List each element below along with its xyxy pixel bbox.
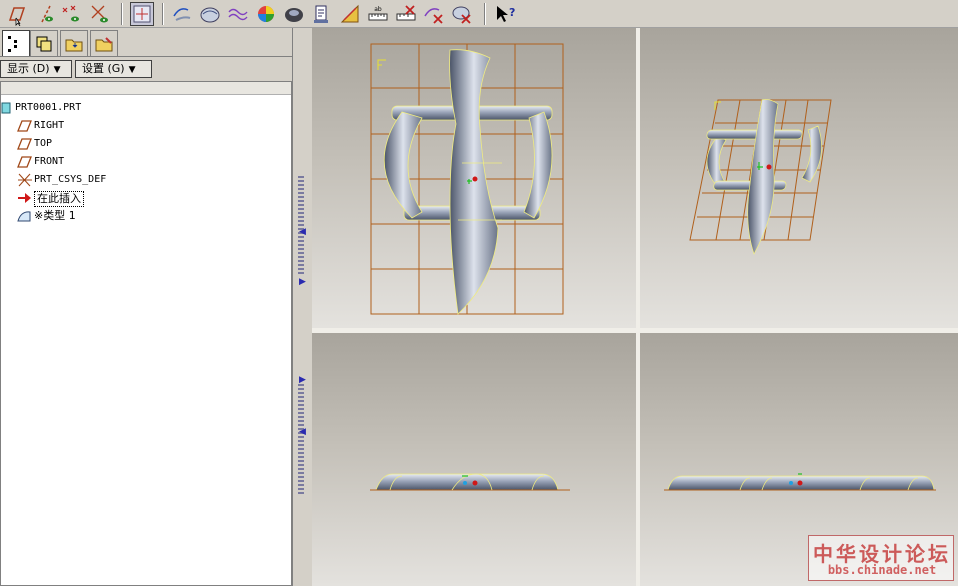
datum-plane-icon	[17, 155, 33, 169]
layers-tab[interactable]	[30, 30, 58, 56]
shaded-model-icon[interactable]	[282, 2, 306, 26]
ruler-icon[interactable]: ab	[366, 2, 390, 26]
sketch-icon[interactable]	[170, 2, 194, 26]
tree-item-part[interactable]: PRT0001.PRT	[1, 99, 201, 117]
isometric-view[interactable]	[640, 28, 958, 328]
coordinate-system-icon[interactable]	[88, 2, 112, 26]
watermark-url: bbs.chinade.net	[827, 563, 937, 577]
tree-item-front[interactable]: FRONT	[17, 153, 217, 171]
tree-item-right[interactable]: RIGHT	[17, 117, 217, 135]
spin-center-icon[interactable]	[130, 2, 154, 26]
show-menu-label: 显示 (D)	[7, 62, 50, 75]
insert-arrow-icon	[17, 191, 33, 205]
ruler-delete-icon[interactable]	[394, 2, 418, 26]
chevron-down-icon: ▼	[128, 65, 136, 75]
datum-plane-icon	[17, 137, 33, 151]
settings-menu-label: 设置 (G)	[82, 62, 125, 75]
front-view[interactable]	[312, 28, 636, 328]
datum-point-icon[interactable]	[60, 2, 84, 26]
curve-icon[interactable]	[226, 2, 250, 26]
tree-item-label: FRONT	[34, 156, 65, 167]
curve-delete-icon[interactable]	[422, 2, 446, 26]
expand-right-icon[interactable]: ▶	[299, 278, 306, 287]
tree-item-style-feature[interactable]: ※类型 1	[17, 207, 217, 225]
model-tree: PRT0001.PRT RIGHT TOP FRONT PRT_CSYS_DEF…	[0, 81, 292, 586]
tree-item-label: PRT_CSYS_DEF	[34, 174, 107, 185]
datum-plane-icon[interactable]	[4, 2, 28, 26]
svg-text:?: ?	[509, 6, 515, 19]
datum-axis-icon[interactable]	[34, 2, 58, 26]
tree-item-label: ※类型 1	[34, 209, 76, 222]
analysis-icon[interactable]	[338, 2, 362, 26]
viewport-divider-vertical	[636, 28, 640, 586]
show-dropdown[interactable]: 显示 (D) ▼	[0, 60, 72, 78]
style-feature-icon	[17, 209, 33, 223]
top-view[interactable]	[312, 333, 636, 586]
help-arrow-icon[interactable]: ?	[492, 2, 516, 26]
splitter-grip[interactable]	[298, 176, 304, 276]
forum-watermark: 中华设计论坛 bbs.chinade.net	[808, 535, 954, 581]
folder-tab[interactable]	[60, 30, 88, 56]
tree-item-insert-here[interactable]: 在此插入	[17, 189, 217, 207]
surface-delete-icon[interactable]	[450, 2, 474, 26]
view-manager-icon[interactable]	[310, 2, 334, 26]
viewport-divider-horizontal	[312, 328, 958, 333]
tree-column-header	[1, 82, 291, 95]
tree-item-label: TOP	[34, 138, 53, 149]
favorites-tab[interactable]	[90, 30, 118, 56]
coordinate-system-icon	[17, 173, 33, 187]
tree-item-label: 在此插入	[34, 191, 84, 207]
expand-right-icon[interactable]: ▶	[299, 376, 306, 385]
tree-item-csys[interactable]: PRT_CSYS_DEF	[17, 171, 217, 189]
model-tree-tab[interactable]	[2, 30, 30, 56]
tree-item-top[interactable]: TOP	[17, 135, 217, 153]
collapse-left-icon[interactable]: ◀	[299, 428, 306, 437]
collapse-left-icon[interactable]: ◀	[299, 228, 306, 237]
tree-item-label: RIGHT	[34, 120, 65, 131]
surface-icon[interactable]	[198, 2, 222, 26]
datum-plane-icon	[17, 119, 33, 133]
chevron-down-icon: ▼	[53, 65, 61, 75]
main-toolbar: ab ?	[0, 0, 958, 28]
color-sphere-icon[interactable]	[254, 2, 278, 26]
tree-menu-bar: 显示 (D) ▼ 设置 (G) ▼	[0, 59, 292, 79]
svg-text:ab: ab	[374, 6, 382, 13]
settings-dropdown[interactable]: 设置 (G) ▼	[75, 60, 152, 78]
panel-splitter[interactable]: ◀ ▶ ▶ ◀	[292, 28, 312, 586]
tree-item-label: PRT0001.PRT	[15, 102, 82, 113]
splitter-grip[interactable]	[298, 384, 304, 494]
navigator-panel: 显示 (D) ▼ 设置 (G) ▼ PRT0001.PRT RIGHT TOP FR…	[0, 28, 292, 586]
